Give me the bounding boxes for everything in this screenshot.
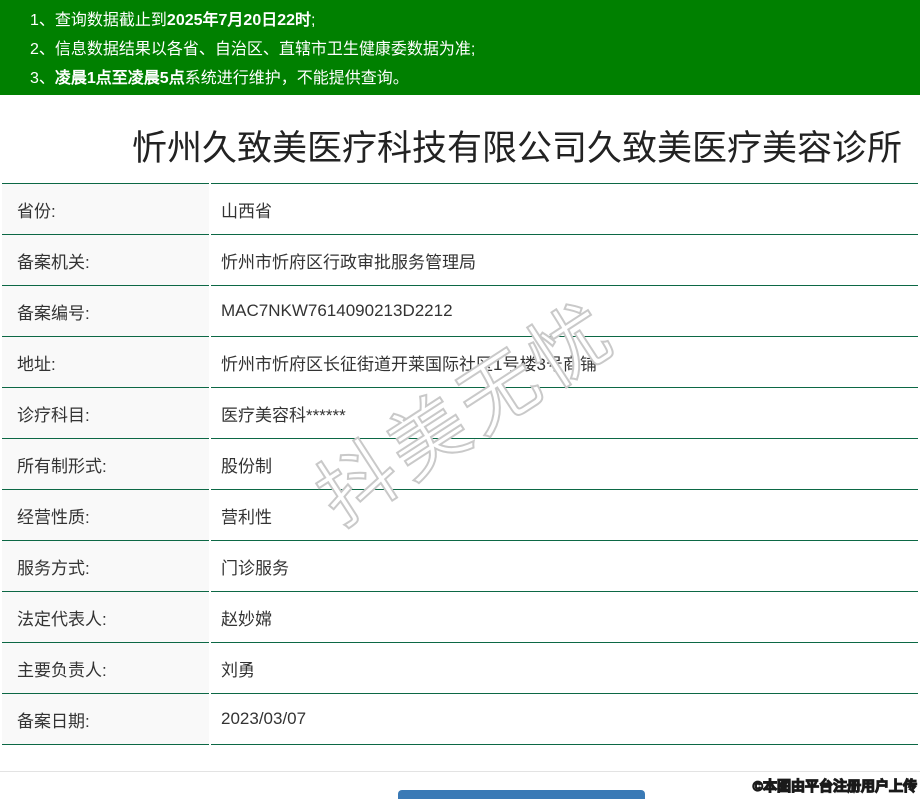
notice-text: 查询数据截止到	[54, 12, 167, 29]
row-label: 诊疗科目:	[2, 387, 209, 438]
notice-number: 1、	[30, 12, 55, 29]
row-value: 忻州市忻府区行政审批服务管理局	[211, 234, 918, 285]
row-value: 刘勇	[211, 642, 918, 693]
table-row: 备案机关: 忻州市忻府区行政审批服务管理局	[2, 234, 918, 285]
row-label: 主要负责人:	[2, 642, 209, 693]
record-info-table: 省份: 山西省 备案机关: 忻州市忻府区行政审批服务管理局 备案编号: MAC7NKW76…	[0, 183, 920, 745]
row-label: 省份:	[2, 183, 209, 234]
notice-text-bold: 2025年7月20日22时	[166, 12, 312, 29]
table-row: 地址: 忻州市忻府区长征街道开莱国际社区1号楼3号商铺	[2, 336, 918, 387]
close-window-button[interactable]: 〖关闭窗口〗	[398, 790, 645, 799]
row-label: 地址:	[2, 336, 209, 387]
copyright-note: ©本图由平台注册用户上传	[752, 777, 918, 794]
row-value: 股份制	[211, 438, 918, 489]
row-value: 山西省	[211, 183, 918, 234]
notice-bar: 1、查询数据截止到2025年7月20日22时; 2、信息数据结果以各省、自治区、…	[0, 0, 920, 95]
row-value: 忻州市忻府区长征街道开莱国际社区1号楼3号商铺	[211, 336, 918, 387]
notice-text-bold: 凌晨1点至凌晨5点	[54, 70, 185, 87]
notice-number: 2、	[30, 41, 55, 58]
table-row: 所有制形式: 股份制	[2, 438, 918, 489]
footer-divider	[0, 771, 920, 772]
row-label: 备案编号:	[2, 285, 209, 336]
table-row: 备案日期: 2023/03/07	[2, 693, 918, 745]
notice-text: ;	[311, 12, 316, 29]
notice-text: 信息数据结果以各省、自治区、直辖市卫生健康委数据为准;	[54, 41, 476, 58]
row-value: 2023/03/07	[211, 693, 918, 745]
row-label: 法定代表人:	[2, 591, 209, 642]
row-label: 备案日期:	[2, 693, 209, 745]
notice-line-1: 1、查询数据截止到2025年7月20日22时;	[30, 6, 910, 35]
row-value: MAC7NKW7614090213D2212	[211, 285, 918, 336]
record-info-table-body: 省份: 山西省 备案机关: 忻州市忻府区行政审批服务管理局 备案编号: MAC7NKW76…	[2, 183, 918, 745]
table-row: 备案编号: MAC7NKW7614090213D2212	[2, 285, 918, 336]
table-row: 经营性质: 营利性	[2, 489, 918, 540]
row-label: 所有制形式:	[2, 438, 209, 489]
notice-text: 系统进行维护，不能提供查询。	[184, 70, 409, 87]
table-row: 法定代表人: 赵妙嫦	[2, 591, 918, 642]
row-value: 赵妙嫦	[211, 591, 918, 642]
notice-line-2: 2、信息数据结果以各省、自治区、直辖市卫生健康委数据为准;	[30, 35, 910, 64]
row-value: 医疗美容科******	[211, 387, 918, 438]
table-row: 诊疗科目: 医疗美容科******	[2, 387, 918, 438]
row-label: 服务方式:	[2, 540, 209, 591]
record-page: 1、查询数据截止到2025年7月20日22时; 2、信息数据结果以各省、自治区、…	[0, 0, 920, 799]
row-value: 营利性	[211, 489, 918, 540]
table-row: 主要负责人: 刘勇	[2, 642, 918, 693]
table-row: 省份: 山西省	[2, 183, 918, 234]
row-label: 备案机关:	[2, 234, 209, 285]
notice-number: 3、	[30, 70, 55, 87]
row-value: 门诊服务	[211, 540, 918, 591]
notice-line-3: 3、凌晨1点至凌晨5点系统进行维护，不能提供查询。	[30, 64, 910, 93]
table-row: 服务方式: 门诊服务	[2, 540, 918, 591]
row-label: 经营性质:	[2, 489, 209, 540]
page-title: 忻州久致美医疗科技有限公司久致美医疗美容诊所	[132, 129, 903, 168]
